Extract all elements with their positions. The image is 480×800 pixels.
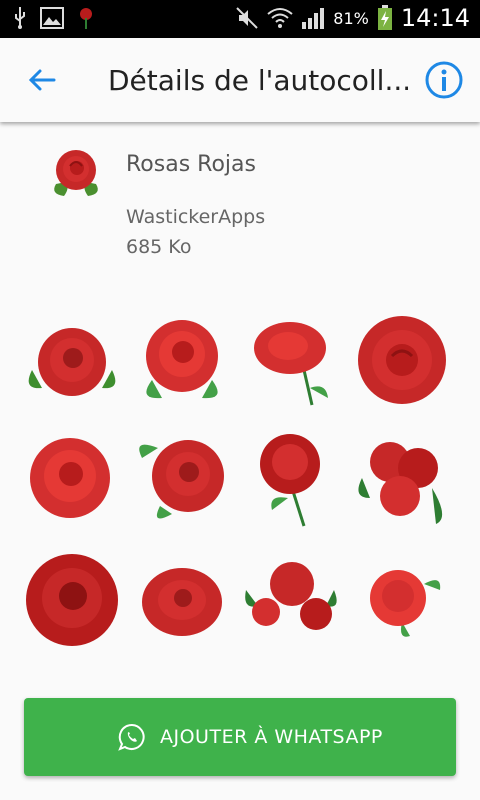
status-bar: 81% 14:14 <box>0 0 480 38</box>
app-bar: Détails de l'autocoll... <box>0 38 480 122</box>
pack-tray-icon <box>54 150 98 196</box>
sticker-rose-6[interactable] <box>132 428 232 528</box>
arrow-back-icon[interactable] <box>22 60 62 100</box>
sticker-rose-11[interactable] <box>242 550 342 650</box>
sticker-rose-9[interactable] <box>22 550 122 650</box>
pack-name: Rosas Rojas <box>126 152 256 177</box>
sticker-rose-4[interactable] <box>352 310 452 410</box>
sticker-rose-7[interactable] <box>242 428 342 528</box>
status-right-icons: 81% 14:14 <box>235 4 470 32</box>
status-left-icons <box>12 6 96 30</box>
sticker-rose-5[interactable] <box>22 428 122 528</box>
wifi-icon <box>267 8 293 28</box>
sticker-rose-2[interactable] <box>132 310 232 410</box>
sticker-rose-1[interactable] <box>22 310 122 410</box>
battery-percent: 81% <box>333 8 369 28</box>
mute-icon <box>236 7 258 29</box>
rose-notification-icon <box>80 8 92 29</box>
add-to-whatsapp-label: AJOUTER À WHATSAPP <box>160 726 383 748</box>
sticker-rose-10[interactable] <box>132 550 232 650</box>
signal-icon <box>302 8 325 29</box>
battery-charging-icon <box>377 5 392 30</box>
page-title: Détails de l'autocoll... <box>108 64 408 97</box>
sticker-rose-3[interactable] <box>242 310 342 410</box>
info-icon[interactable] <box>424 60 464 100</box>
clock: 14:14 <box>400 4 470 32</box>
sticker-rose-8[interactable] <box>352 428 452 528</box>
pack-publisher: WastickerApps <box>126 206 266 228</box>
image-icon <box>40 7 64 29</box>
usb-icon <box>15 7 25 29</box>
pack-details: Rosas Rojas WastickerApps 685 Ko <box>0 124 480 294</box>
sticker-rose-12[interactable] <box>352 550 452 650</box>
whatsapp-icon <box>118 723 145 751</box>
pack-size: 685 Ko <box>126 236 192 258</box>
add-to-whatsapp-button[interactable]: AJOUTER À WHATSAPP <box>24 698 456 776</box>
